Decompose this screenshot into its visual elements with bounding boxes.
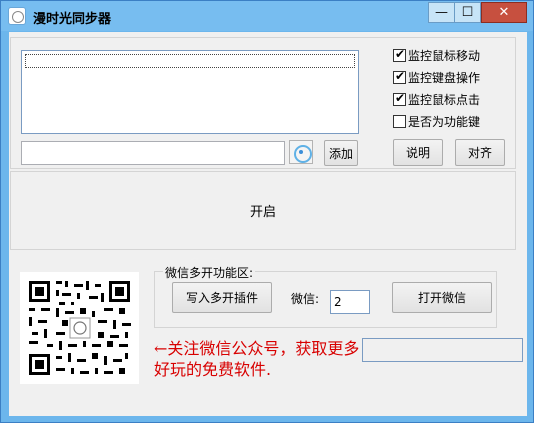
explain-button[interactable]: 说明	[393, 139, 443, 166]
window-title: 漫时光同步器	[33, 12, 112, 27]
promo-text: ←关注微信公众号，获取更多好玩的免费软件.	[154, 339, 360, 379]
window-listbox[interactable]	[21, 50, 359, 134]
listbox-focus-row[interactable]	[25, 54, 355, 68]
checkbox-box[interactable]	[393, 69, 406, 84]
add-button[interactable]: 添加	[324, 140, 358, 166]
checkbox-box[interactable]	[393, 115, 406, 128]
align-button[interactable]: 对齐	[455, 139, 505, 166]
open-wechat-button[interactable]: 打开微信	[392, 282, 492, 313]
app-icon	[8, 7, 26, 25]
window-list-group: 添加 监控鼠标移动 监控键盘操作 监控鼠标点击 是否为功能键 说明 对齐	[10, 37, 516, 169]
monitor-mouse-move-checkbox[interactable]: 监控鼠标移动	[393, 47, 480, 64]
write-plugin-button[interactable]: 写入多开插件	[172, 282, 272, 313]
wechat-count-input[interactable]: 2	[330, 290, 370, 314]
checkbox-box[interactable]	[393, 91, 406, 106]
maximize-button[interactable]: ☐	[454, 2, 481, 23]
monitor-mouse-click-checkbox[interactable]: 监控鼠标点击	[393, 91, 480, 108]
title-bar[interactable]: 漫时光同步器 — ☐ ✕	[1, 1, 533, 31]
qr-code-image	[20, 272, 139, 384]
wechat-group-label: 微信多开功能区:	[163, 264, 256, 281]
status-field	[362, 338, 523, 362]
main-window: 漫时光同步器 — ☐ ✕ 添加 监控鼠标移动 监控键盘操作 监控鼠标点击	[0, 0, 534, 423]
client-area: 添加 监控鼠标移动 监控键盘操作 监控鼠标点击 是否为功能键 说明 对齐 开启	[9, 32, 527, 416]
window-name-input[interactable]	[21, 141, 285, 165]
monitor-keyboard-checkbox[interactable]: 监控键盘操作	[393, 69, 480, 86]
start-button[interactable]: 开启	[10, 171, 516, 250]
wechat-count-label: 微信:	[291, 292, 320, 306]
checkbox-box[interactable]	[393, 47, 406, 62]
close-button[interactable]: ✕	[481, 2, 527, 23]
checkbox-label: 监控鼠标移动	[408, 49, 481, 63]
crosshair-target-icon[interactable]	[289, 140, 313, 164]
checkbox-label: 是否为功能键	[408, 115, 481, 129]
checkbox-label: 监控键盘操作	[408, 71, 481, 85]
minimize-button[interactable]: —	[428, 2, 455, 23]
checkbox-label: 监控鼠标点击	[408, 93, 481, 107]
function-key-checkbox[interactable]: 是否为功能键	[393, 113, 480, 130]
